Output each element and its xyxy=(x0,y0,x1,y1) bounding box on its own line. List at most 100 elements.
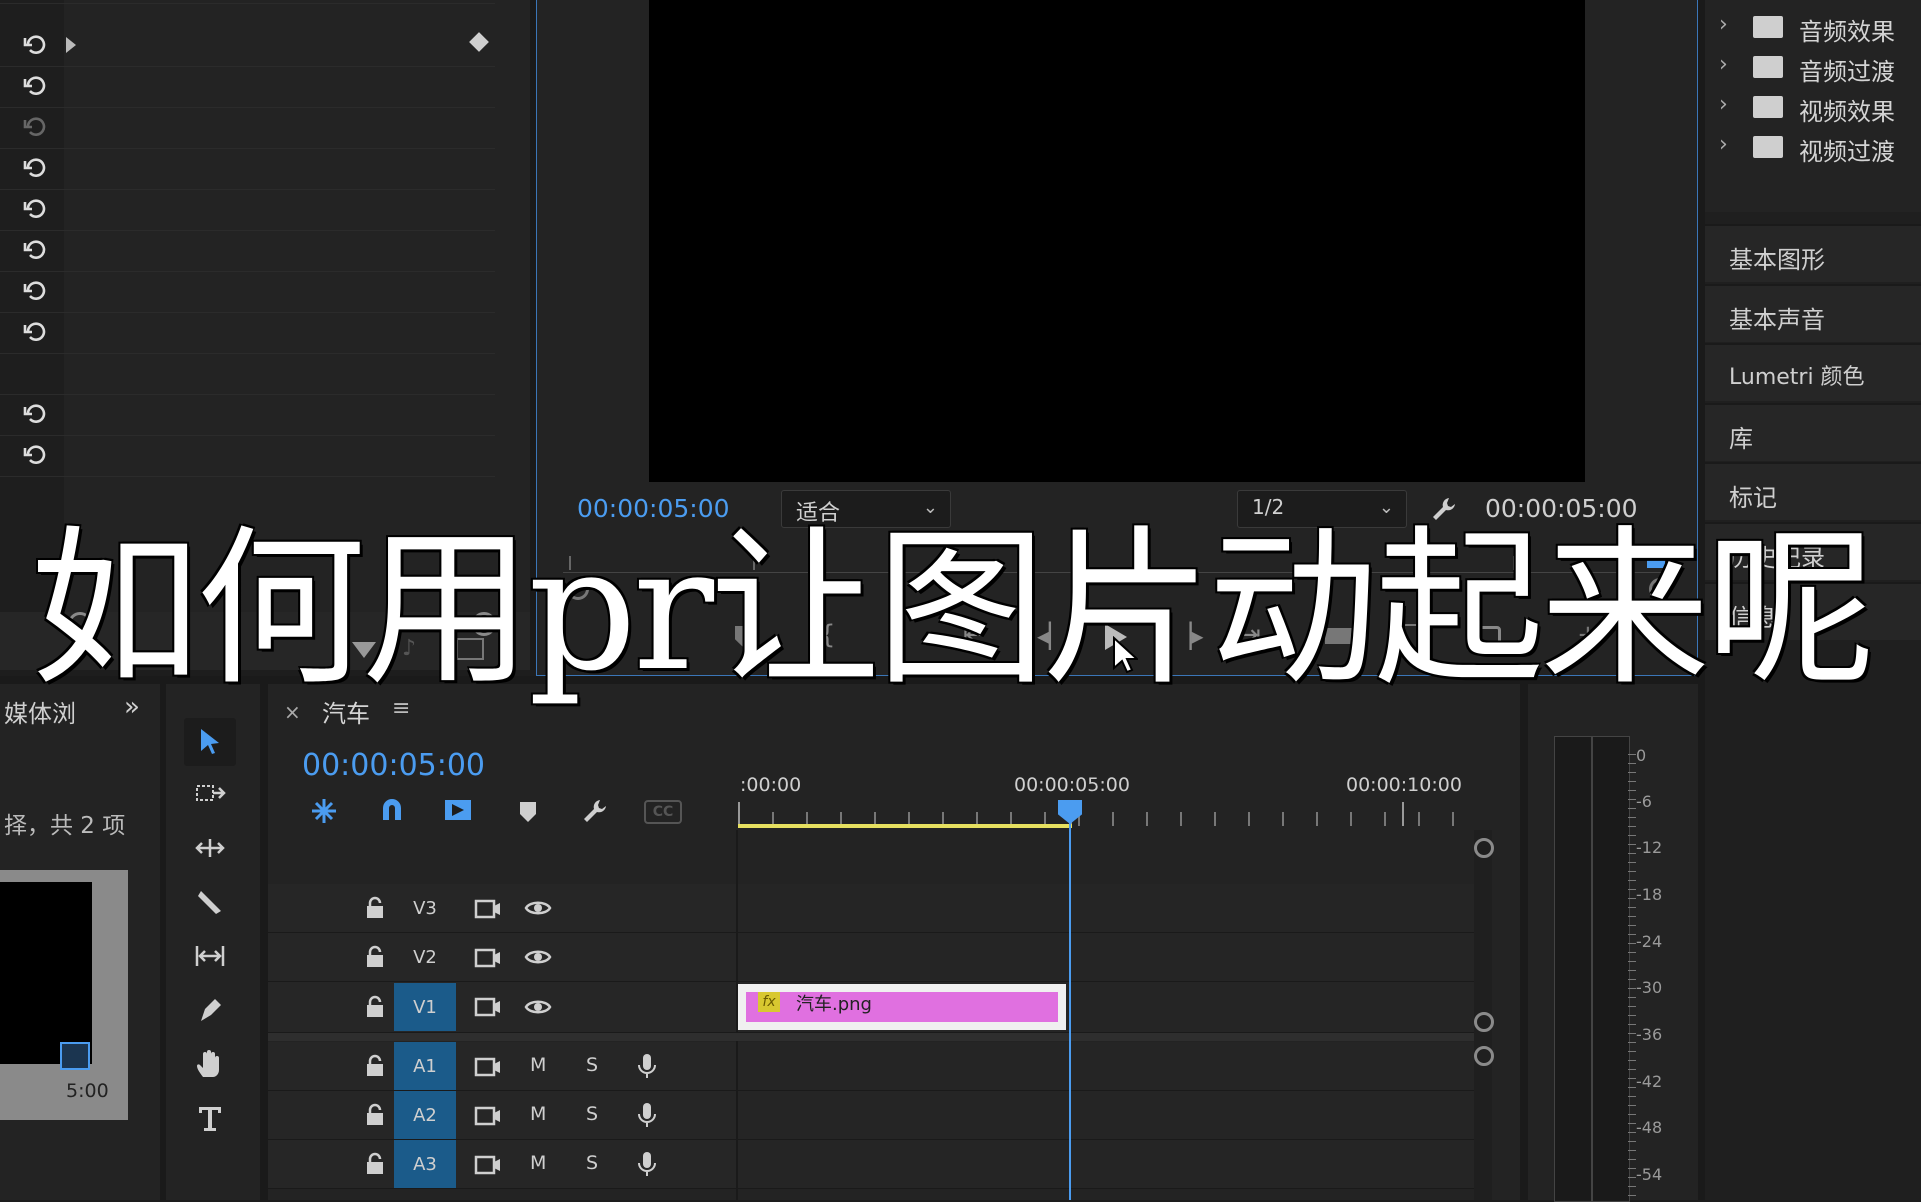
ruler-major-tick xyxy=(1402,802,1404,826)
timeline-ruler[interactable]: :00:00 00:00:05:00 00:00:10:00 xyxy=(738,766,1474,828)
reset-icon[interactable] xyxy=(22,402,48,428)
track-header-a3[interactable]: A3 M S xyxy=(268,1140,736,1189)
razor-tool[interactable] xyxy=(184,878,236,926)
track-label[interactable]: V2 xyxy=(394,933,456,981)
panel-essential-sound[interactable]: 基本声音 xyxy=(1705,284,1921,342)
scroll-handle-middle[interactable] xyxy=(1474,1012,1494,1032)
mute-button[interactable]: M xyxy=(530,1054,546,1076)
microphone-icon[interactable] xyxy=(636,1101,664,1127)
reset-icon[interactable] xyxy=(22,320,48,346)
lock-icon[interactable] xyxy=(364,995,386,1019)
track-lane-a1[interactable] xyxy=(738,1042,1474,1091)
sync-lock-icon[interactable] xyxy=(474,1105,502,1129)
track-label[interactable]: A3 xyxy=(394,1140,456,1188)
solo-button[interactable]: S xyxy=(586,1054,598,1076)
lock-icon[interactable] xyxy=(364,896,386,920)
track-lane-a2[interactable] xyxy=(738,1091,1474,1140)
track-lane-v1[interactable]: fx 汽车.png xyxy=(738,982,1474,1033)
track-select-tool[interactable] xyxy=(184,770,236,818)
property-row xyxy=(0,435,495,477)
lock-icon[interactable] xyxy=(364,1152,386,1176)
microphone-icon[interactable] xyxy=(636,1052,664,1078)
sync-lock-icon[interactable] xyxy=(474,1154,502,1178)
reset-icon[interactable] xyxy=(22,115,48,141)
microphone-icon[interactable] xyxy=(636,1150,664,1176)
selection-tool[interactable] xyxy=(184,718,236,766)
eye-icon[interactable] xyxy=(524,945,552,969)
program-video-frame[interactable] xyxy=(649,0,1585,482)
effects-folder-row[interactable]: › 视频效果 xyxy=(1705,88,1921,128)
track-lane-v3[interactable] xyxy=(738,884,1474,933)
ripple-edit-tool[interactable] xyxy=(184,824,236,872)
video-audio-separator[interactable] xyxy=(268,1033,1474,1041)
track-lane-a3[interactable] xyxy=(738,1140,1474,1189)
panel-libraries[interactable]: 库 xyxy=(1705,403,1921,461)
reset-icon[interactable] xyxy=(22,33,48,59)
scroll-handle-lower[interactable] xyxy=(1474,1046,1494,1066)
reset-icon[interactable] xyxy=(22,74,48,100)
timeline-settings-wrench-icon[interactable] xyxy=(580,796,610,830)
effects-folder-row[interactable]: › 音频过渡 xyxy=(1705,48,1921,88)
effects-folder-row[interactable]: › 视频过渡 xyxy=(1705,128,1921,168)
mute-button[interactable]: M xyxy=(530,1152,546,1174)
track-label[interactable]: A2 xyxy=(394,1091,456,1139)
reset-icon[interactable] xyxy=(22,443,48,469)
solo-button[interactable]: S xyxy=(586,1152,598,1174)
project-thumbnail[interactable]: 5:00 xyxy=(0,870,128,1120)
reset-icon[interactable] xyxy=(22,197,48,223)
solo-button[interactable]: S xyxy=(586,1103,598,1125)
track-label[interactable]: V1 xyxy=(394,983,456,1031)
chevron-right-icon[interactable]: › xyxy=(1719,52,1728,77)
track-label[interactable]: A1 xyxy=(394,1042,456,1090)
folder-icon xyxy=(1753,16,1783,38)
db-label: -12 xyxy=(1636,838,1663,857)
track-header-a2[interactable]: A2 M S xyxy=(268,1091,736,1140)
linked-selection-icon[interactable] xyxy=(442,794,474,830)
chevron-right-icon[interactable]: › xyxy=(1719,92,1728,117)
lock-icon[interactable] xyxy=(364,1054,386,1078)
type-tool[interactable] xyxy=(184,1094,236,1142)
scroll-handle-top[interactable] xyxy=(1474,838,1494,858)
snap-magnet-icon[interactable] xyxy=(378,796,406,828)
eye-icon[interactable] xyxy=(524,995,552,1019)
hand-tool[interactable] xyxy=(184,1040,236,1088)
lock-icon[interactable] xyxy=(364,945,386,969)
clip-body xyxy=(746,992,1058,1022)
track-lane-v2[interactable] xyxy=(738,933,1474,982)
timeline-current-timecode[interactable]: 00:00:05:00 xyxy=(302,748,485,783)
reset-icon[interactable] xyxy=(22,238,48,264)
sync-lock-icon[interactable] xyxy=(474,947,502,971)
eye-icon[interactable] xyxy=(524,896,552,920)
sync-lock-icon[interactable] xyxy=(474,898,502,922)
keyframe-diamond-icon[interactable] xyxy=(469,32,489,52)
reset-icon[interactable] xyxy=(22,156,48,182)
chevron-right-icon[interactable]: › xyxy=(1719,12,1728,37)
chevron-right-icon[interactable]: › xyxy=(1719,132,1728,157)
fx-badge[interactable]: fx xyxy=(758,992,780,1012)
property-row xyxy=(0,25,495,67)
slip-tool[interactable] xyxy=(184,932,236,980)
panel-lumetri-color[interactable]: Lumetri 颜色 xyxy=(1705,343,1921,401)
project-panel: 媒体浏 » 择，共 2 项 5:00 xyxy=(0,684,160,1200)
track-label[interactable]: V3 xyxy=(394,884,456,932)
panel-essential-graphics[interactable]: 基本图形 xyxy=(1705,224,1921,282)
timeline-clip[interactable]: fx 汽车.png xyxy=(738,984,1066,1030)
expand-triangle-icon[interactable] xyxy=(66,37,76,53)
clip-name: 汽车.png xyxy=(796,994,872,1015)
track-header-v2[interactable]: V2 xyxy=(268,933,736,982)
timeline-left-divider xyxy=(260,684,268,1200)
work-area-bar[interactable] xyxy=(738,824,1072,828)
property-row xyxy=(0,148,495,190)
sync-lock-icon[interactable] xyxy=(474,1056,502,1080)
effects-folder-row[interactable]: › 音频效果 xyxy=(1705,8,1921,48)
lock-icon[interactable] xyxy=(364,1103,386,1127)
insert-overwrite-icon[interactable] xyxy=(308,796,340,830)
reset-icon[interactable] xyxy=(22,279,48,305)
pen-tool[interactable] xyxy=(184,986,236,1034)
track-header-v1[interactable]: V1 xyxy=(268,982,736,1033)
track-header-a1[interactable]: A1 M S xyxy=(268,1042,736,1091)
sync-lock-icon[interactable] xyxy=(474,996,502,1020)
mute-button[interactable]: M xyxy=(530,1103,546,1125)
captions-icon[interactable]: CC xyxy=(644,800,682,824)
track-header-v3[interactable]: V3 xyxy=(268,884,736,933)
